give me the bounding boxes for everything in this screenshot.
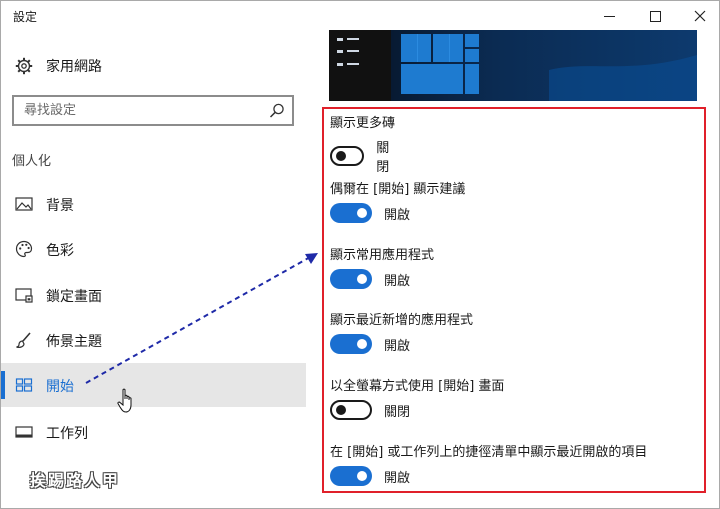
toggle-state: 開啟 [384,338,411,354]
setting-recent-items-jumplist: 在 [開始] 或工作列上的捷徑清單中顯示最近開啟的項目 開啟 [330,441,648,486]
sidebar-item-taskbar[interactable]: 工作列 [0,410,306,454]
toggle-switch[interactable] [330,146,365,166]
close-icon [694,10,706,22]
toggle-state: 開啟 [384,470,411,486]
picture-icon [15,197,33,211]
search-icon[interactable] [268,102,286,120]
toggle-switch[interactable] [330,203,372,223]
setting-title: 顯示最近新增的應用程式 [330,313,474,328]
sidebar-item-label: 鎖定畫面 [46,289,102,305]
setting-show-suggestions: 偶爾在 [開始] 顯示建議 開啟 [330,178,466,223]
taskbar-icon [15,426,33,438]
sidebar-item-lock-screen[interactable]: 鎖定畫面 [0,273,306,317]
toggle-state: 開啟 [384,207,411,223]
toggle-switch[interactable] [330,400,372,420]
setting-most-used-apps: 顯示常用應用程式 開啟 [330,244,435,289]
window-title: 設定 [13,10,38,24]
search-box[interactable] [12,95,294,126]
title-bar: 設定 [0,0,720,30]
setting-title: 在 [開始] 或工作列上的捷徑清單中顯示最近開啟的項目 [330,445,648,460]
toggle-state: 關閉 [376,141,390,175]
sidebar-item-themes[interactable]: 佈景主題 [0,318,306,362]
close-button[interactable] [677,1,720,31]
section-label: 個人化 [12,154,52,169]
minimize-button[interactable] [586,1,632,31]
gear-icon [14,56,34,76]
start-grid-icon [15,378,33,392]
toggle-switch[interactable] [330,334,372,354]
sidebar-item-label: 色彩 [46,243,74,259]
sidebar-item-background[interactable]: 背景 [0,182,306,226]
maximize-button[interactable] [632,1,678,31]
theme-brush-icon [16,332,31,348]
setting-show-more-tiles: 顯示更多磚 關閉 [330,112,396,175]
maximize-icon [649,10,661,22]
sidebar-item-label: 背景 [46,198,74,214]
search-input[interactable] [14,97,264,124]
home-nav-item[interactable]: 家用網路 [14,56,102,76]
sidebar-item-label: 佈景主題 [46,334,102,350]
minimize-icon [603,15,615,17]
setting-full-screen-start: 以全螢幕方式使用 [開始] 畫面 關閉 [330,375,505,420]
setting-recently-added-apps: 顯示最近新增的應用程式 開啟 [330,309,474,354]
setting-title: 顯示常用應用程式 [330,248,435,263]
toggle-state: 關閉 [384,404,411,420]
watermark: 挨踢路人甲 [30,471,121,490]
toggle-state: 開啟 [384,273,411,289]
toggle-switch[interactable] [330,466,372,486]
hand-cursor-icon [117,388,132,413]
toggle-switch[interactable] [330,269,372,289]
selection-indicator [0,371,5,399]
lock-screen-icon [15,288,33,303]
home-label: 家用網路 [46,59,102,75]
sidebar-item-label: 工作列 [46,426,88,442]
sidebar-item-start[interactable]: 開始 [0,363,306,407]
palette-icon [15,240,33,258]
sidebar-item-label: 開始 [46,379,74,395]
setting-title: 以全螢幕方式使用 [開始] 畫面 [330,379,505,394]
start-preview-image [329,30,697,101]
setting-title: 偶爾在 [開始] 顯示建議 [330,182,466,197]
sidebar-item-colors[interactable]: 色彩 [0,227,306,271]
setting-title: 顯示更多磚 [330,116,396,131]
